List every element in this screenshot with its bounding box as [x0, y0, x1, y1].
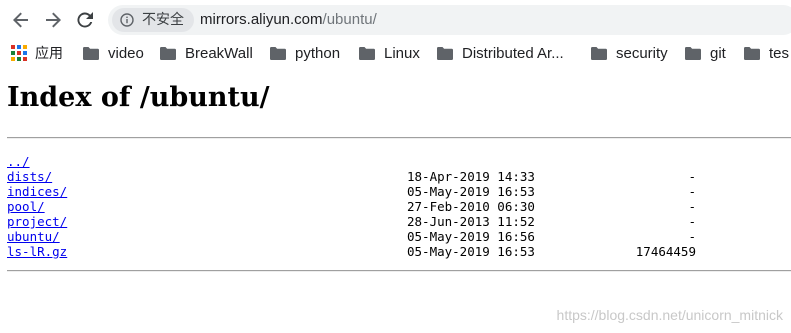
bookmark-folder-python[interactable]: python — [270, 40, 340, 66]
entry-link-parent[interactable]: ../ — [7, 154, 30, 169]
forward-button[interactable] — [41, 8, 65, 32]
bookmark-apps[interactable]: 应用 — [11, 40, 63, 66]
watermark-text: https://blog.csdn.net/unicorn_mitnick — [556, 307, 783, 323]
folder-icon — [359, 46, 375, 60]
bookmark-folder-tes[interactable]: tes — [744, 40, 789, 66]
bookmark-label: video — [108, 44, 144, 62]
bookmark-folder-security[interactable]: security — [591, 40, 668, 66]
reload-button[interactable] — [73, 8, 97, 32]
entry-link-indices[interactable]: indices/ — [7, 184, 67, 199]
listing-row: ubuntu/ 05-May-2019 16:56 - — [7, 229, 791, 244]
listing-row: dists/ 18-Apr-2019 14:33 - — [7, 169, 791, 184]
divider-top — [7, 137, 791, 139]
security-label: 不安全 — [142, 12, 184, 28]
bookmark-label: Distributed Ar... — [462, 44, 564, 62]
listing-row: indices/ 05-May-2019 16:53 - — [7, 184, 791, 199]
listing-row: pool/ 27-Feb-2010 06:30 - — [7, 199, 791, 214]
page-content: Index of /ubuntu/ ../ dists/ 18-Apr-2019… — [0, 66, 791, 333]
entry-date: 05-May-2019 16:56 — [407, 229, 535, 244]
entry-size: - — [688, 214, 696, 229]
bookmark-label: security — [616, 44, 668, 62]
address-bar[interactable]: 不安全 mirrors.aliyun.com/ubuntu/ — [108, 5, 791, 35]
directory-listing: ../ dists/ 18-Apr-2019 14:33 - indices/ … — [7, 154, 791, 259]
entry-link-ubuntu[interactable]: ubuntu/ — [7, 229, 60, 244]
folder-icon — [591, 46, 607, 60]
arrow-right-icon — [46, 12, 61, 28]
bookmarks-bar: 应用 video BreakWall python Linux Distribu… — [0, 40, 791, 66]
entry-date: 28-Jun-2013 11:52 — [407, 214, 535, 229]
listing-row: ls-lR.gz 05-May-2019 16:53 17464459 — [7, 244, 791, 259]
folder-icon — [744, 46, 760, 60]
entry-date: 05-May-2019 16:53 — [407, 184, 535, 199]
entry-size: - — [688, 199, 696, 214]
divider-bottom — [7, 270, 791, 272]
folder-icon — [437, 46, 453, 60]
page-title: Index of /ubuntu/ — [7, 82, 270, 113]
bookmark-folder-distributed[interactable]: Distributed Ar... — [437, 40, 564, 66]
url-host: mirrors.aliyun.com — [200, 11, 323, 28]
entry-size: - — [688, 184, 696, 199]
listing-row: project/ 28-Jun-2013 11:52 - — [7, 214, 791, 229]
url-path: /ubuntu/ — [322, 11, 377, 28]
entry-link-dists[interactable]: dists/ — [7, 169, 52, 184]
folder-icon — [83, 46, 99, 60]
security-chip[interactable]: 不安全 — [112, 8, 194, 32]
entry-size: - — [688, 169, 696, 184]
bookmark-folder-git[interactable]: git — [685, 40, 726, 66]
listing-row: ../ — [7, 154, 791, 169]
bookmark-label: tes — [769, 44, 790, 62]
bookmark-label: Linux — [384, 44, 420, 62]
arrow-left-icon — [13, 12, 28, 28]
info-circle-icon — [120, 13, 134, 27]
folder-icon — [685, 46, 701, 60]
reload-icon — [77, 12, 93, 28]
entry-date: 18-Apr-2019 14:33 — [407, 169, 535, 184]
url-text[interactable]: mirrors.aliyun.com/ubuntu/ — [200, 5, 377, 35]
entry-link-pool[interactable]: pool/ — [7, 199, 45, 214]
entry-link-project[interactable]: project/ — [7, 214, 67, 229]
bookmark-label: python — [295, 44, 341, 62]
bookmark-folder-breakwall[interactable]: BreakWall — [160, 40, 253, 66]
entry-size: 17464459 — [635, 244, 696, 259]
bookmark-label: git — [710, 44, 726, 62]
bookmark-apps-label: 应用 — [35, 46, 63, 62]
bookmark-folder-linux[interactable]: Linux — [359, 40, 420, 66]
entry-link-ls-lr[interactable]: ls-lR.gz — [7, 244, 67, 259]
apps-grid-icon — [11, 45, 27, 61]
browser-toolbar: 不安全 mirrors.aliyun.com/ubuntu/ — [0, 0, 791, 40]
bookmark-folder-video[interactable]: video — [83, 40, 144, 66]
folder-icon — [270, 46, 286, 60]
entry-date: 05-May-2019 16:53 — [407, 244, 535, 259]
bookmark-label: BreakWall — [185, 44, 253, 62]
folder-icon — [160, 46, 176, 60]
entry-size: - — [688, 229, 696, 244]
back-button[interactable] — [9, 8, 33, 32]
entry-date: 27-Feb-2010 06:30 — [407, 199, 535, 214]
